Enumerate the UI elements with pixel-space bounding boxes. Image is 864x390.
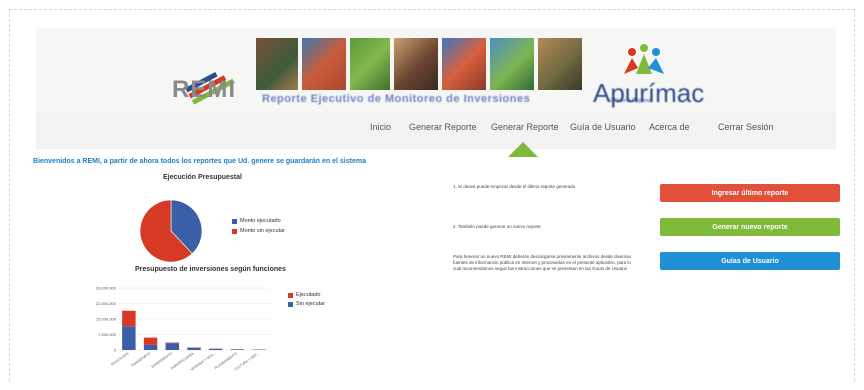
legend-label: Ejecutado <box>296 292 321 298</box>
photo-4 <box>394 38 438 90</box>
x-tick-label: TRANSPORTE <box>130 351 152 368</box>
guias-de-usuario-button[interactable]: Guías de Usuario <box>660 252 840 270</box>
generar-nuevo-reporte-button[interactable]: Generar nuevo reporte <box>660 218 840 236</box>
legend-label: Monto sin ejecutar <box>240 228 285 234</box>
y-tick-label: 15,000,000 <box>96 317 117 322</box>
nav-generar-reporte-active[interactable]: Generar Reporte <box>491 122 559 132</box>
ingresar-ultimo-reporte-button[interactable]: Ingresar último reporte <box>660 184 840 202</box>
y-tick-label: 30,000,000 <box>96 286 117 291</box>
legend-label: Sin ejecutar <box>296 301 326 307</box>
nav-cerrar-sesion[interactable]: Cerrar Sesión <box>718 122 774 132</box>
tagline: Reporte Ejecutivo de Monitoreo de Invers… <box>262 93 531 105</box>
photo-3 <box>350 38 390 90</box>
y-tick-label: 7,500,000 <box>98 332 117 337</box>
remi-logo-text: REMI <box>172 76 236 103</box>
legend-swatch <box>232 228 237 234</box>
bar-sin-ejecutar <box>122 326 136 350</box>
nav-guia-usuario[interactable]: Guía de Usuario <box>570 122 636 132</box>
bar-ejecutado <box>143 337 158 345</box>
bar-chart-title: Presupuesto de inversiones según funcion… <box>135 266 286 273</box>
legend-swatch <box>232 218 237 224</box>
bar-sin-ejecutar <box>165 343 180 350</box>
step-2-text: 2. También puede generar un nuevo report… <box>453 224 541 229</box>
legend-label: Monto ejecutado <box>240 218 281 224</box>
pie-chart-title: Ejecución Presupuestal <box>163 174 242 181</box>
photo-5 <box>442 38 486 90</box>
photo-7 <box>538 38 582 90</box>
nav-active-indicator <box>508 142 538 157</box>
bar-sin-ejecutar <box>208 348 223 350</box>
photo-2 <box>302 38 346 90</box>
nav-inicio[interactable]: Inicio <box>370 122 391 132</box>
bar-sin-ejecutar <box>187 347 201 350</box>
y-tick-label: 0 <box>114 348 117 353</box>
bar-sin-ejecutar <box>230 349 245 350</box>
bar-legend-pending: Sin ejecutar <box>288 301 325 307</box>
photo-6 <box>490 38 534 90</box>
bar-legend-executed: Ejecutado <box>288 292 320 298</box>
step-3-text: Para henerar un nuevo REMI deberán desca… <box>453 254 631 271</box>
welcome-message: Bienvenidos a REMI, a partir de ahora to… <box>33 158 366 165</box>
region-name: Apurímac <box>593 78 705 108</box>
x-tick-label: EDUCACION <box>110 351 129 366</box>
pie-chart <box>139 199 203 263</box>
apurimac-people-logo <box>624 44 664 74</box>
bar-sin-ejecutar <box>143 344 158 350</box>
pie-legend-executed: Monto ejecutado <box>232 218 281 224</box>
legend-swatch <box>288 292 293 298</box>
legend-swatch <box>288 301 293 307</box>
bar-chart: 30,000,000 22,500,000 15,000,000 7,500,000 0… <box>96 286 270 372</box>
bar-ejecutado <box>122 310 136 327</box>
step-1-text: 1. Si desea puede empezar desde el últim… <box>453 184 576 189</box>
y-tick-label: 22,500,000 <box>96 301 117 306</box>
nav-generar-reporte[interactable]: Generar Reporte <box>409 122 477 132</box>
nav-acerca-de[interactable]: Acerca de <box>649 122 690 132</box>
photo-1 <box>256 38 298 90</box>
region-subtitle: Gobierno Regional <box>610 98 652 104</box>
bar-ejecutado <box>165 342 180 344</box>
pie-legend-pending: Monto sin ejecutar <box>232 228 285 234</box>
